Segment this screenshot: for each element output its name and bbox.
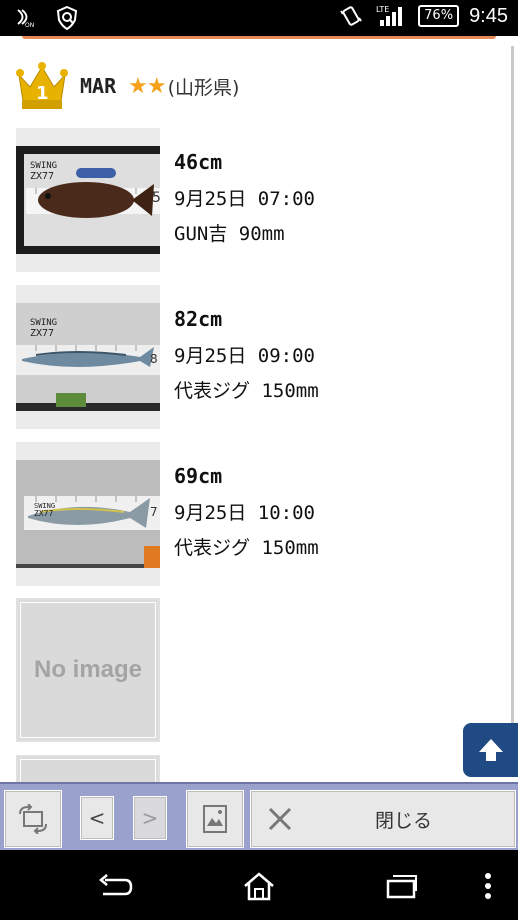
bottom-toolbar: < > 閉じる <box>0 782 518 852</box>
recent-apps-icon[interactable] <box>382 870 422 902</box>
catch-datetime: 9月25日 07:00 <box>174 188 315 210</box>
svg-text:5: 5 <box>152 190 160 206</box>
catch-photo-frame[interactable]: SWING ZX77 5 <box>16 128 160 272</box>
catch-size: 69cm <box>174 464 223 488</box>
svg-text:7: 7 <box>150 505 158 519</box>
vibrate-icon <box>338 4 364 28</box>
signal-lte-icon: LTE <box>374 4 408 28</box>
back-icon[interactable] <box>95 870 135 902</box>
close-x-icon <box>268 807 292 831</box>
svg-text:ON: ON <box>25 22 34 29</box>
home-icon[interactable] <box>239 870 279 902</box>
clock: 9:45 <box>469 4 508 27</box>
network-label: LTE <box>376 5 389 14</box>
close-button-label: 閉じる <box>375 809 433 832</box>
username: MAR <box>80 74 117 98</box>
catch-entry[interactable]: SWING ZX77 8 82cm 9月25日 09:00 代表ジグ 150mm <box>16 285 516 429</box>
catch-lure: 代表ジグ 150mm <box>174 380 319 402</box>
battery-indicator: 76% <box>418 5 460 27</box>
svg-text:ZX77: ZX77 <box>30 328 54 339</box>
scroll-to-top-button[interactable] <box>463 723 518 777</box>
nfc-icon: ON <box>14 6 40 30</box>
rotate-screen-icon <box>19 804 47 834</box>
image-icon <box>203 805 227 833</box>
catch-photo-frame[interactable]: SWING ZX77 8 <box>16 285 160 429</box>
catch-photo-frame[interactable]: SWING ZX77 7 <box>16 442 160 586</box>
rank-number: 1 <box>36 83 49 104</box>
svg-text:8: 8 <box>150 352 158 366</box>
no-image-label: No image <box>33 656 143 683</box>
next-button[interactable]: > <box>133 796 167 840</box>
gallery-button[interactable] <box>186 790 244 848</box>
svg-text:ZX77: ZX77 <box>34 509 53 518</box>
catch-photo[interactable]: SWING ZX77 8 <box>16 303 160 411</box>
catch-datetime: 9月25日 10:00 <box>174 502 315 524</box>
catch-entry[interactable]: SWING ZX77 7 69cm 9月25日 10:00 代表ジグ 150mm <box>16 442 516 586</box>
catch-datetime: 9月25日 09:00 <box>174 345 315 367</box>
rating-stars: ★★ <box>128 73 166 99</box>
crown-rank-1-icon: 1 <box>16 61 68 111</box>
catch-size: 46cm <box>174 150 223 174</box>
catch-lure: GUN吉 90mm <box>174 223 285 245</box>
header-accent-line <box>22 36 496 39</box>
arrow-up-icon <box>478 739 503 761</box>
no-image-placeholder[interactable]: No image <box>16 598 160 742</box>
navigation-bar <box>0 850 518 920</box>
catch-photo[interactable]: SWING ZX77 7 <box>16 460 160 568</box>
status-bar: ON LTE 76% 9:45 <box>0 0 518 36</box>
catch-photo[interactable]: SWING ZX77 5 <box>16 146 160 254</box>
catch-lure: 代表ジグ 150mm <box>174 537 319 559</box>
rotate-button[interactable] <box>4 790 62 848</box>
ranking-header: 1 MAR ★★ (山形県) <box>16 60 239 112</box>
prefecture: (山形県) <box>167 76 240 99</box>
svg-text:SWING: SWING <box>30 318 57 328</box>
overflow-menu-icon[interactable] <box>470 870 506 902</box>
shield-icon <box>54 6 80 30</box>
close-button[interactable]: 閉じる <box>250 790 516 848</box>
previous-button[interactable]: < <box>80 796 114 840</box>
svg-text:ZX77: ZX77 <box>30 171 54 182</box>
catch-entry[interactable]: SWING ZX77 5 46cm 9月25日 07:00 GUN吉 90mm <box>16 128 516 272</box>
svg-text:SWING: SWING <box>30 161 57 171</box>
catch-size: 82cm <box>174 307 223 331</box>
